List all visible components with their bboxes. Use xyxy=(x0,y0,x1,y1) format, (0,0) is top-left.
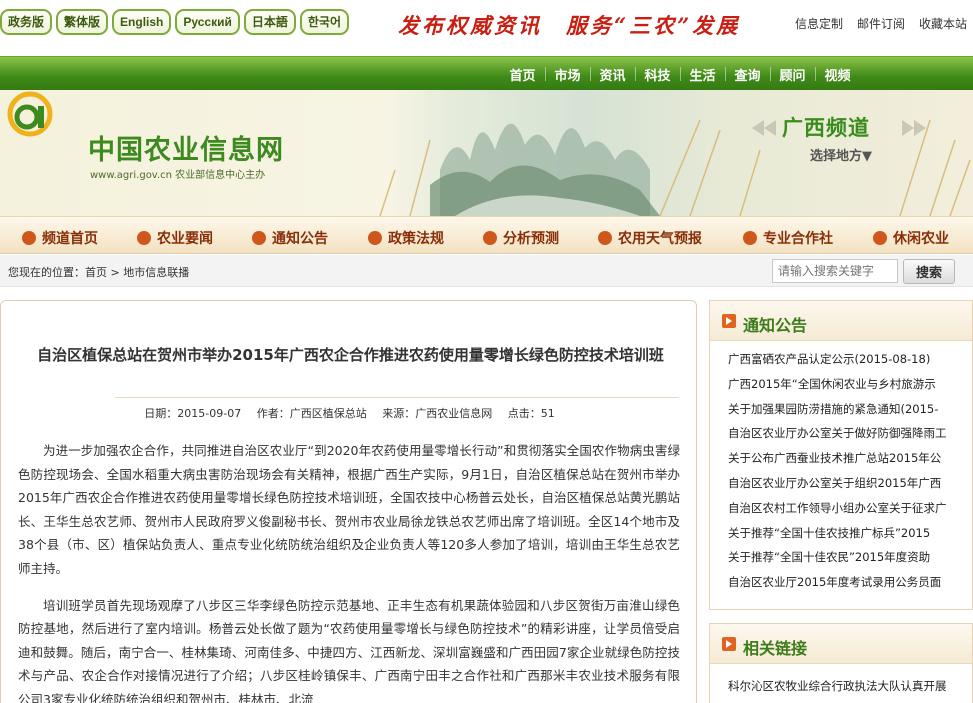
lang-button-zhengwu[interactable]: 政务版 xyxy=(0,9,53,35)
page: { "languages": ["政务版","繁体版","English","Р… xyxy=(0,0,973,703)
lang-button-english[interactable]: English xyxy=(112,9,172,35)
search-button[interactable]: 搜索 xyxy=(903,259,955,284)
subnav-label: 专业合作社 xyxy=(763,231,833,247)
document-icon xyxy=(252,231,266,245)
site-logo-subtitle: www.agri.gov.cn 农业部信息中心主办 xyxy=(90,170,266,181)
notice-item[interactable]: 广西2015年“全国休闲农业与乡村旅游示 xyxy=(728,372,960,397)
notices-title: 通知公告 xyxy=(743,316,808,335)
channel-name: 广西频道 xyxy=(782,116,870,140)
notice-item[interactable]: 广西富硒农产品认定公示(2015-08-18) xyxy=(728,347,960,372)
nav-market[interactable]: 市场 xyxy=(545,65,590,84)
channel-nav: 频道首页 农业要闻 通知公告 政策法规 分析预测 农用天气预报 专业合作社 休闲… xyxy=(0,216,973,254)
lang-button-korean[interactable]: 한국어 xyxy=(299,9,350,35)
slogan: 发布权威资讯 服务“三农”发展 xyxy=(398,13,741,38)
search-input[interactable] xyxy=(772,259,898,283)
subnav-label: 通知公告 xyxy=(272,231,328,247)
article-source: 来源：广西农业信息网 xyxy=(382,407,493,420)
subnav-label: 农业要闻 xyxy=(157,231,213,247)
article-author: 作者：广西区植保总站 xyxy=(256,407,367,420)
breadcrumb-current-link[interactable]: 地市信息联播 xyxy=(123,266,189,279)
main-nav: 首页 市场 资讯 科技 生活 查询 顾问 视频 xyxy=(0,56,973,90)
article-panel: 自治区植保总站在贺州市举办2015年广西农企合作推进农药使用量零增长绿色防控技术… xyxy=(0,300,697,703)
right-arrow-icon xyxy=(914,120,926,136)
notice-item[interactable]: 自治区农业厅办公室关于做好防御强降雨工 xyxy=(728,421,960,446)
subnav-home[interactable]: 频道首页 xyxy=(22,228,98,248)
notice-item[interactable]: 关于加强果园防涝措施的紧急通知(2015- xyxy=(728,397,960,422)
sun-icon xyxy=(598,231,612,245)
related-links-panel: 相关链接 科尔沁区农牧业综合行政执法大队认真开展 xyxy=(709,623,973,703)
site-logo-title: 中国农业信息网 xyxy=(88,135,284,166)
bookmark-link[interactable]: 收藏本站 xyxy=(919,15,967,32)
arrow-right-icon xyxy=(722,637,736,651)
notice-item[interactable]: 自治区农村工作领导小组办公室关于征求广 xyxy=(728,496,960,521)
nav-query[interactable]: 查询 xyxy=(725,65,770,84)
notice-item[interactable]: 关于公布广西蚕业技术推广总站2015年公 xyxy=(728,446,960,471)
lang-button-japanese[interactable]: 日本語 xyxy=(243,9,296,35)
related-list: 科尔沁区农牧业综合行政执法大队认真开展 xyxy=(710,664,972,699)
info-subscribe-link[interactable]: 信息定制 xyxy=(795,15,843,32)
breadcrumb-separator: > xyxy=(107,266,124,279)
related-header: 相关链接 xyxy=(710,624,972,664)
lang-button-traditional[interactable]: 繁体版 xyxy=(56,9,109,35)
article-body: 为进一步加强农企合作，共同推进自治区农业厅“到2020年农药使用量零增长行动”和… xyxy=(18,439,680,703)
subnav-policies[interactable]: 政策法规 xyxy=(368,228,444,248)
article-meta: 日期：2015-09-07 作者：广西区植保总站 来源：广西农业信息网 点击：5… xyxy=(1,405,698,421)
article-paragraph: 培训班学员首先现场观摩了八步区三华李绿色防控示范基地、正丰生态有机果蔬体验园和八… xyxy=(18,597,680,703)
subnav-weather[interactable]: 农用天气预报 xyxy=(598,228,702,248)
notices-header: 通知公告 xyxy=(710,301,972,341)
right-arrow-icon xyxy=(902,120,914,136)
subnav-agri-news[interactable]: 农业要闻 xyxy=(137,228,213,248)
notice-item[interactable]: 关于推荐“全国十佳农技推广标兵”2015 xyxy=(728,521,960,546)
arrow-right-icon xyxy=(722,314,736,328)
top-links: 信息定制 邮件订阅 收藏本站 xyxy=(795,15,967,32)
nav-tech[interactable]: 科技 xyxy=(635,65,680,84)
subnav-label: 政策法规 xyxy=(388,231,444,247)
breadcrumb-prefix: 您现在的位置： xyxy=(8,266,85,279)
nav-life[interactable]: 生活 xyxy=(680,65,725,84)
breadcrumb-home-link[interactable]: 首页 xyxy=(85,266,107,279)
subnav-label: 农用天气预报 xyxy=(618,231,702,247)
related-title: 相关链接 xyxy=(743,639,808,658)
lang-button-russian[interactable]: Русский xyxy=(175,9,240,35)
article-date: 日期：2015-09-07 xyxy=(144,407,242,420)
breadcrumb: 您现在的位置：首页 > 地市信息联播 xyxy=(8,264,189,280)
heart-icon xyxy=(743,231,757,245)
notice-item[interactable]: 自治区农业厅办公室关于组织2015年广西 xyxy=(728,471,960,496)
subnav-cooperatives[interactable]: 专业合作社 xyxy=(743,228,833,248)
notices-panel: 通知公告 广西富硒农产品认定公示(2015-08-18) 广西2015年“全国休… xyxy=(709,300,973,610)
notice-item[interactable]: 自治区农业厅2015年度考试录用公务员面 xyxy=(728,570,960,595)
left-arrow-icon xyxy=(752,120,764,136)
subnav-notices[interactable]: 通知公告 xyxy=(252,228,328,248)
nav-home[interactable]: 首页 xyxy=(500,65,545,84)
home-icon xyxy=(22,231,36,245)
article-paragraph: 为进一步加强农企合作，共同推进自治区农业厅“到2020年农药使用量零增长行动”和… xyxy=(18,443,680,576)
scale-icon xyxy=(368,231,382,245)
email-subscribe-link[interactable]: 邮件订阅 xyxy=(857,15,905,32)
notice-item[interactable]: 关于推荐“全国十佳农民”2015年度资助 xyxy=(728,545,960,570)
subnav-label: 休闲农业 xyxy=(893,231,949,247)
title-divider xyxy=(115,397,679,398)
agri-logo-icon xyxy=(7,91,53,137)
left-arrow-icon xyxy=(764,120,776,136)
related-item[interactable]: 科尔沁区农牧业综合行政执法大队认真开展 xyxy=(728,674,960,699)
nav-video[interactable]: 视频 xyxy=(815,65,860,84)
article-clicks: 点击：51 xyxy=(507,407,555,420)
subnav-label: 频道首页 xyxy=(42,231,98,247)
choose-region-dropdown[interactable]: 选择地方▼ xyxy=(810,145,872,164)
top-bar: 政务版 繁体版 English Русский 日本語 한국어 发布权威资讯 服… xyxy=(0,0,973,56)
list-icon xyxy=(137,231,151,245)
nav-news[interactable]: 资讯 xyxy=(590,65,635,84)
nav-advisor[interactable]: 顾问 xyxy=(770,65,815,84)
subnav-label: 分析预测 xyxy=(503,231,559,247)
globe-icon xyxy=(873,231,887,245)
banner: 中国农业信息网 www.agri.gov.cn 农业部信息中心主办 广西频道 选… xyxy=(0,90,973,216)
subnav-analysis[interactable]: 分析预测 xyxy=(483,228,559,248)
language-switcher: 政务版 繁体版 English Русский 日本語 한국어 xyxy=(0,9,350,35)
notices-list: 广西富硒农产品认定公示(2015-08-18) 广西2015年“全国休闲农业与乡… xyxy=(710,341,972,595)
pen-icon xyxy=(483,231,497,245)
article-title: 自治区植保总站在贺州市举办2015年广西农企合作推进农药使用量零增长绿色防控技术… xyxy=(37,346,664,364)
subnav-leisure[interactable]: 休闲农业 xyxy=(873,228,949,248)
